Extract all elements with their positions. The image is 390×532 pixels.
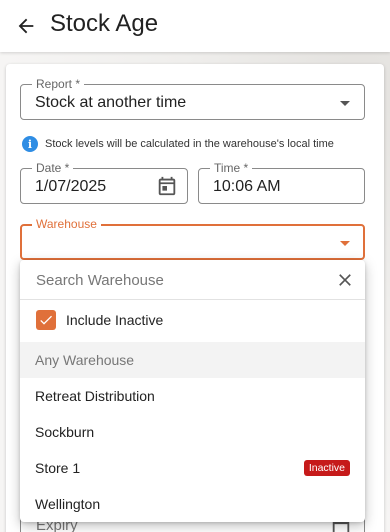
option-label: Any Warehouse — [35, 352, 135, 368]
dropdown-search — [20, 260, 365, 300]
checkmark-icon — [40, 315, 52, 325]
date-value: 1/07/2025 — [35, 178, 107, 195]
warehouse-search-input[interactable] — [36, 269, 316, 291]
inactive-badge: Inactive — [303, 460, 350, 476]
report-select[interactable]: Report * Stock at another time — [20, 77, 365, 120]
info-icon: i — [22, 136, 38, 152]
option-label: Sockburn — [35, 424, 95, 440]
back-button[interactable] — [12, 12, 40, 40]
include-inactive-checkbox[interactable] — [36, 310, 56, 330]
option-label: Wellington — [35, 496, 101, 512]
time-value: 10:06 AM — [213, 178, 281, 195]
dropdown-option-any-warehouse[interactable]: Any Warehouse — [20, 342, 365, 378]
warehouse-dropdown: Include Inactive Any Warehouse Retreat D… — [20, 260, 365, 522]
include-inactive-row[interactable]: Include Inactive — [20, 300, 365, 342]
page-title: Stock Age — [50, 10, 159, 37]
warehouse-select[interactable]: Warehouse — [20, 217, 365, 260]
app-bar: Stock Age — [0, 0, 390, 52]
time-label: Time * — [210, 161, 253, 175]
calendar-icon[interactable] — [156, 175, 178, 197]
info-text: Stock levels will be calculated in the w… — [45, 138, 334, 150]
dropdown-option-store-1[interactable]: Store 1 Inactive — [20, 450, 365, 486]
dropdown-option-sockburn[interactable]: Sockburn — [20, 414, 365, 450]
report-value: Stock at another time — [35, 94, 187, 111]
time-field[interactable]: Time * 10:06 AM — [198, 161, 365, 204]
include-inactive-label: Include Inactive — [66, 312, 164, 328]
chevron-down-icon — [340, 241, 350, 246]
date-field[interactable]: Date * 1/07/2025 — [20, 161, 188, 204]
date-label: Date * — [32, 161, 74, 175]
dropdown-option-retreat-distribution[interactable]: Retreat Distribution — [20, 378, 365, 414]
arrow-left-icon — [18, 18, 34, 34]
chevron-down-icon — [340, 101, 350, 106]
info-note: i Stock levels will be calculated in the… — [22, 136, 334, 152]
close-icon[interactable] — [335, 270, 355, 290]
option-label: Retreat Distribution — [35, 388, 155, 404]
report-label: Report * — [32, 77, 85, 91]
option-label: Store 1 — [35, 460, 81, 476]
dropdown-option-wellington[interactable]: Wellington — [20, 486, 365, 522]
warehouse-label: Warehouse — [32, 217, 101, 231]
